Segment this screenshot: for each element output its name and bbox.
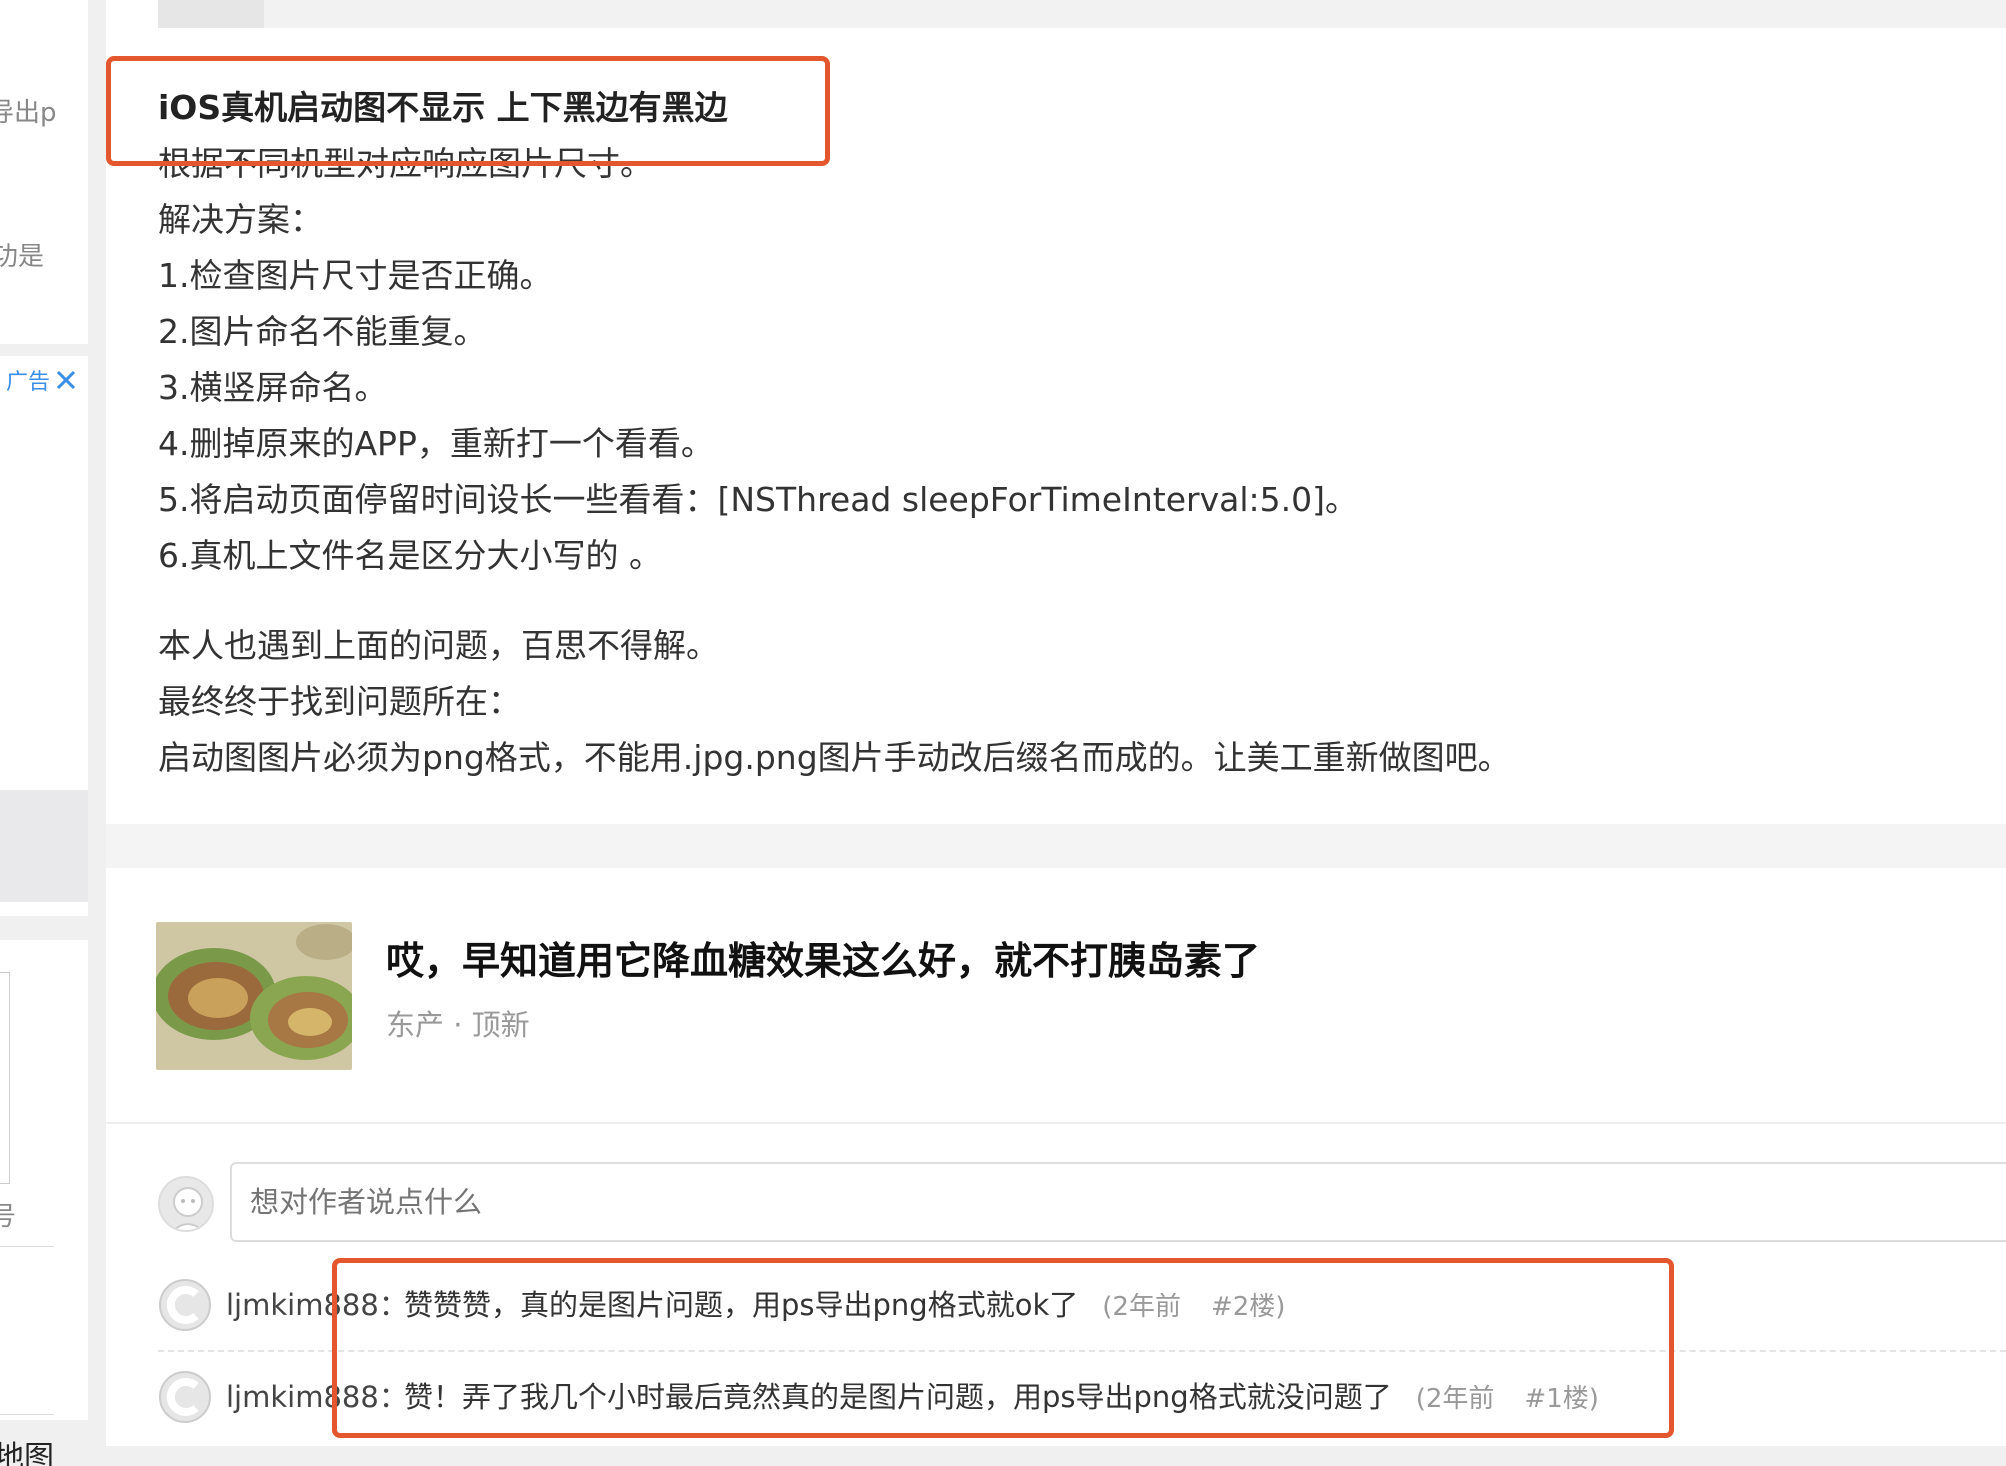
article-line: 1.检查图片尺寸是否正确。 (158, 256, 553, 295)
article-body: iOS真机启动图不显示 上下黑边有黑边 根据不同机型对应响应图片尺寸。 解决方案… (158, 80, 1958, 786)
sidebar-snippet[interactable]: 功是 (0, 236, 44, 273)
section-divider (106, 824, 2006, 868)
divider (106, 1122, 2006, 1124)
sidebar-card (0, 0, 88, 344)
divider (0, 1414, 54, 1415)
left-sidebar: 导出p 功是 广告 号 地图 (0, 0, 88, 1466)
comment-input[interactable] (230, 1162, 2006, 1242)
close-icon[interactable] (54, 368, 78, 392)
article-line: 启动图图片必须为png格式，不能用.jpg.png图片手动改后缀名而成的。让美工… (158, 738, 1511, 777)
avatar-icon[interactable] (158, 1370, 212, 1424)
article-line: 解决方案： (158, 200, 323, 239)
highlight-box-comments (332, 1258, 1674, 1438)
article-line: 5.将启动页面停留时间设长一些看看：[NSThread sleepForTime… (158, 480, 1358, 519)
ad-badge: 广告 (6, 364, 78, 396)
top-toolbar (158, 0, 2006, 28)
sidebar-snippet[interactable]: 导出p (0, 92, 57, 129)
highlight-box-title (106, 56, 830, 166)
sidebar-snippet[interactable]: 号 (0, 1196, 16, 1233)
article-line: 3.横竖屏命名。 (158, 368, 388, 407)
ad-placeholder (0, 790, 88, 902)
article-line: 本人也遇到上面的问题，百思不得解。 (158, 626, 719, 665)
sidebar-frame (0, 972, 10, 1184)
avatar-icon[interactable] (158, 1278, 212, 1332)
article-line: 2.图片命名不能重复。 (158, 312, 487, 351)
sidebar-card (0, 940, 88, 1420)
user-avatar (158, 1176, 214, 1232)
promo-source: 东产 · 顶新 (386, 1008, 530, 1042)
avatar-icon (172, 1187, 204, 1230)
promo-title[interactable]: 哎，早知道用它降血糖效果这么好，就不打胰岛素了 (386, 930, 1260, 985)
toolbar-item[interactable] (158, 0, 264, 28)
article-line: 6.真机上文件名是区分大小写的 。 (158, 536, 662, 575)
bottom-band (106, 1446, 2006, 1466)
divider (0, 1246, 54, 1247)
article-line: 4.删掉原来的APP，重新打一个看看。 (158, 424, 714, 463)
sidebar-snippet[interactable]: 地图 (0, 1432, 54, 1466)
promo-thumbnail[interactable] (156, 922, 352, 1070)
promo-card[interactable]: 哎，早知道用它降血糖效果这么好，就不打胰岛素了 东产 · 顶新 (156, 922, 1956, 1070)
main-content: iOS真机启动图不显示 上下黑边有黑边 根据不同机型对应响应图片尺寸。 解决方案… (106, 0, 2006, 1466)
article-line: 最终终于找到问题所在： (158, 682, 521, 721)
ad-label: 广告 (6, 370, 51, 395)
